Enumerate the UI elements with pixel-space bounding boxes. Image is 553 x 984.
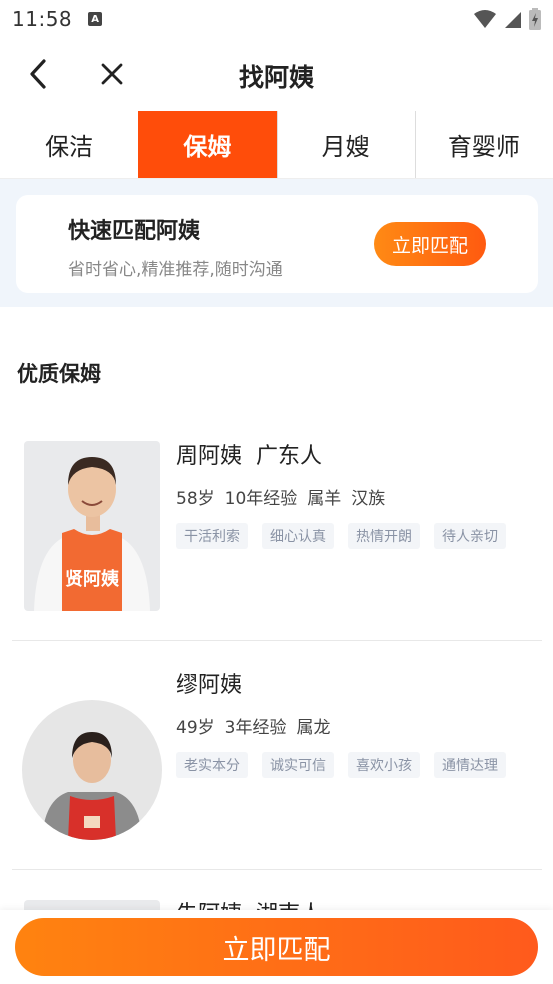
- worker-info: 周阿姨 广东人 58岁 10年经验 属羊 汉族 干活利索 细心认真 热情开朗 待人亲切: [176, 438, 506, 549]
- status-icons: [473, 8, 541, 30]
- worker-zodiac: 属羊: [307, 489, 342, 509]
- tab-nanny[interactable]: 保姆: [138, 111, 277, 178]
- quick-match-card: 快速匹配阿姨 省时省心,精准推荐,随时沟通 立即匹配: [16, 195, 538, 293]
- worker-name: 周阿姨: [176, 444, 243, 469]
- worker-card[interactable]: 缪阿姨 49岁 3年经验 属龙 老实本分 诚实可信 喜欢小孩 通情达理: [12, 641, 542, 870]
- worker-meta: 58岁 10年经验 属羊 汉族: [176, 484, 506, 509]
- worker-age: 58岁: [176, 489, 215, 509]
- category-tabs: 保洁 保姆 月嫂 育婴师: [0, 111, 553, 179]
- quick-match-title: 快速匹配阿姨: [68, 219, 201, 244]
- wifi-icon: [474, 10, 496, 28]
- worker-ethnicity: 汉族: [351, 489, 386, 509]
- worker-tags: 老实本分 诚实可信 喜欢小孩 通情达理: [176, 752, 506, 778]
- quick-match-subtitle: 省时省心,精准推荐,随时沟通: [68, 260, 283, 280]
- worker-meta: 49岁 3年经验 属龙: [176, 713, 506, 738]
- worker-photo: 贤阿姨: [24, 441, 160, 611]
- tab-childcare[interactable]: 育婴师: [414, 111, 553, 178]
- worker-card[interactable]: 贤阿姨 周阿姨 广东人 58岁 10年经验 属羊 汉族 干活利索 细心认真 热情开朗 待…: [12, 420, 542, 641]
- quick-match-button[interactable]: 立即匹配: [374, 222, 486, 266]
- worker-info: 缪阿姨 49岁 3年经验 属龙 老实本分 诚实可信 喜欢小孩 通情达理: [176, 667, 506, 778]
- worker-tag: 老实本分: [176, 752, 248, 778]
- worker-tag: 热情开朗: [348, 523, 420, 549]
- worker-tag: 干活利索: [176, 523, 248, 549]
- screen: 11:58 A 找阿姨 保洁 保姆 月嫂 育婴师 快速匹配阿姨 省时省心,精准推…: [0, 0, 553, 984]
- worker-name-line: 周阿姨 广东人: [176, 438, 506, 470]
- page-title: 找阿姨: [238, 63, 314, 92]
- bottom-bar: 立即匹配: [0, 910, 553, 984]
- worker-photo: [22, 700, 162, 840]
- match-now-button[interactable]: 立即匹配: [15, 918, 538, 976]
- worker-tag: 细心认真: [262, 523, 334, 549]
- worker-tags: 干活利索 细心认真 热情开朗 待人亲切: [176, 523, 506, 549]
- worker-tag: 待人亲切: [434, 523, 506, 549]
- tab-cleaning[interactable]: 保洁: [0, 111, 138, 178]
- status-time: 11:58: [12, 7, 73, 31]
- worker-name: 缪阿姨: [176, 673, 243, 698]
- quick-match-section: 快速匹配阿姨 省时省心,精准推荐,随时沟通 立即匹配: [0, 179, 553, 307]
- section-title: 优质保姆: [17, 362, 101, 386]
- signal-icon: [505, 12, 521, 28]
- worker-age: 49岁: [176, 718, 215, 738]
- worker-tag: 通情达理: [434, 752, 506, 778]
- worker-experience: 3年经验: [224, 718, 287, 738]
- battery-icon: [529, 8, 541, 30]
- notification-icon: A: [88, 12, 103, 26]
- nav-bar: 找阿姨: [0, 38, 553, 110]
- worker-zodiac: 属龙: [296, 718, 331, 738]
- worker-origin: 广东人: [256, 444, 323, 469]
- worker-tag: 喜欢小孩: [348, 752, 420, 778]
- tab-maternity-nurse[interactable]: 月嫂: [276, 111, 415, 178]
- worker-name-line: 缪阿姨: [176, 667, 506, 699]
- worker-experience: 10年经验: [224, 489, 298, 509]
- apron-logo-text: 贤阿姨: [65, 568, 120, 590]
- worker-tag: 诚实可信: [262, 752, 334, 778]
- status-bar: 11:58 A: [0, 0, 553, 38]
